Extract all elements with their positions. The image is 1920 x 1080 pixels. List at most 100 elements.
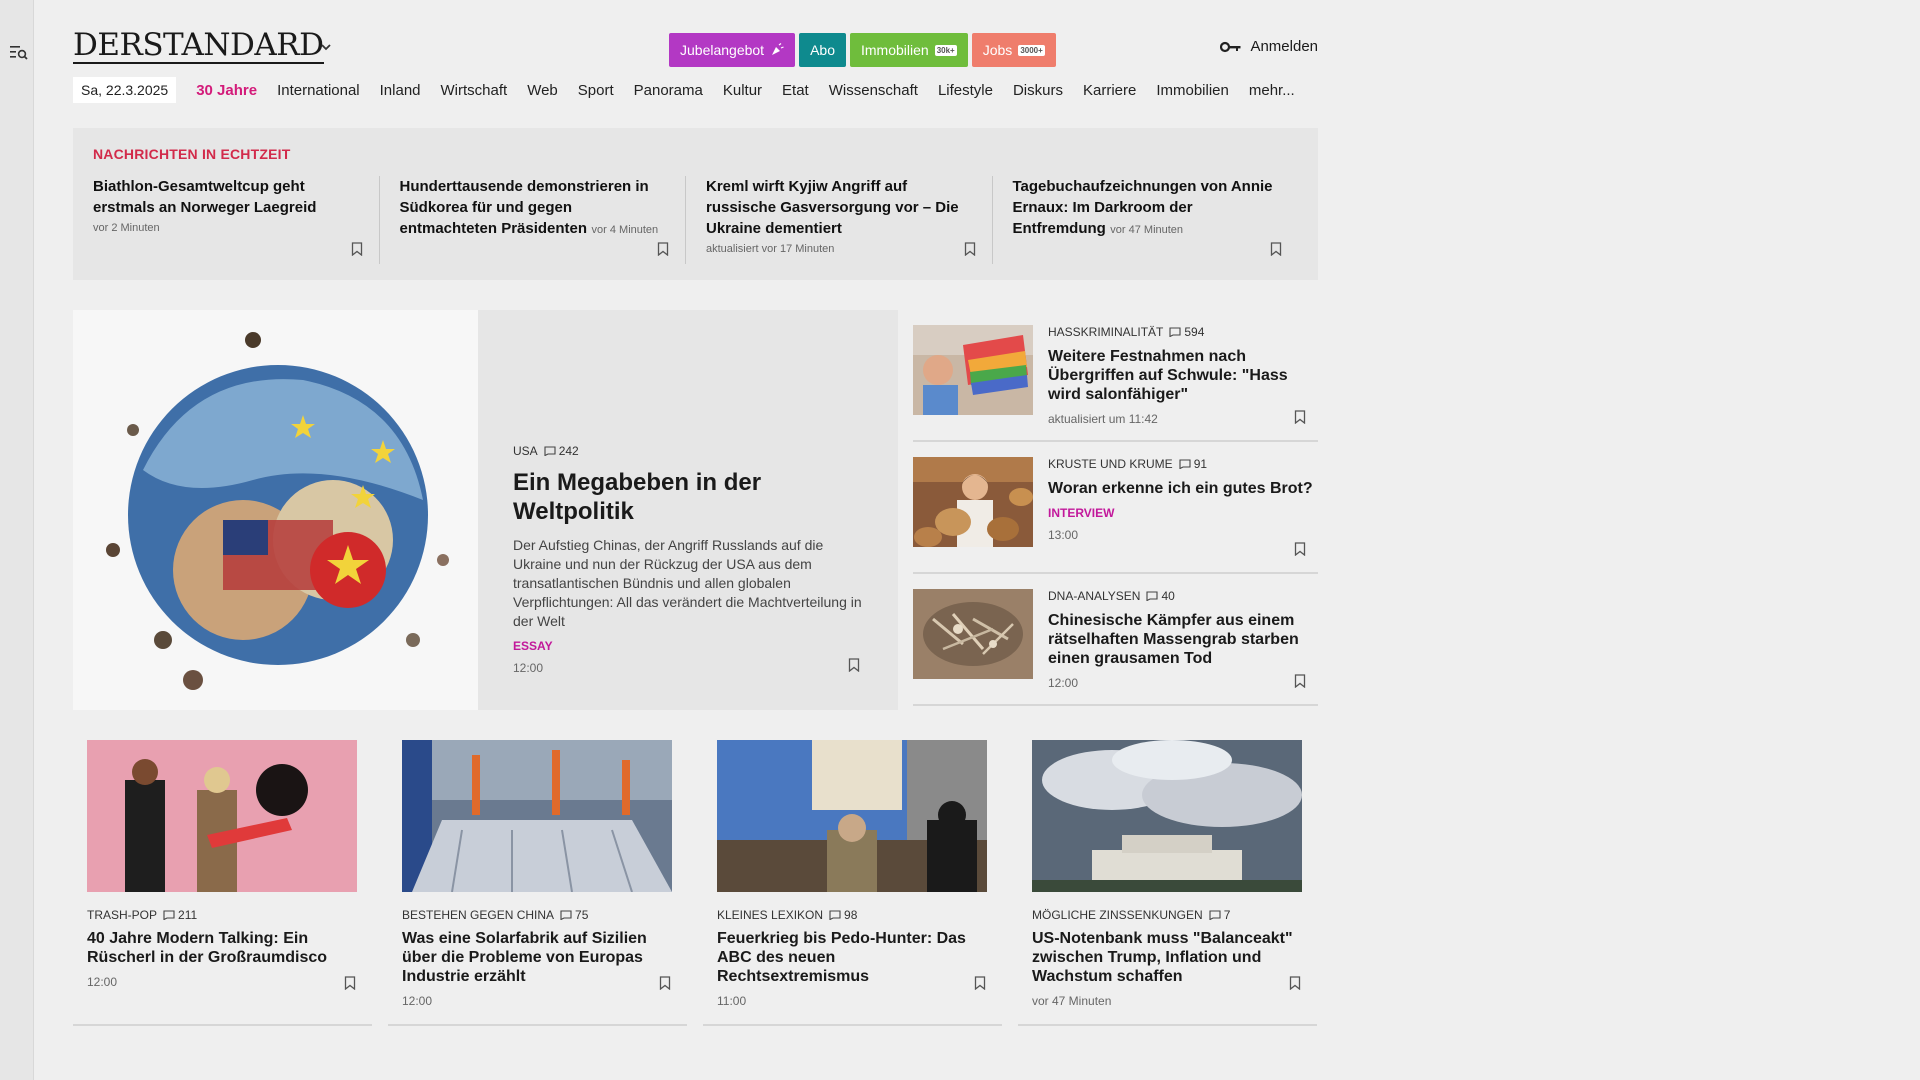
lead-title[interactable]: Ein Megabeben in der Weltpolitik xyxy=(513,468,873,526)
article-title[interactable]: Was eine Solarfabrik auf Sizilien über d… xyxy=(402,929,673,986)
bookmark-icon[interactable] xyxy=(351,242,363,256)
ticker-item-title[interactable]: Kreml wirft Kyjiw Angriff auf russische … xyxy=(706,178,959,237)
kicker-label: KRUSTE UND KRUME xyxy=(1048,457,1173,471)
lead-article-text: USA 242 Ein Megabeben in der Weltpolitik… xyxy=(513,444,873,675)
nav-item-mehr[interactable]: mehr... xyxy=(1239,82,1305,99)
article-thumbnail[interactable] xyxy=(913,325,1033,415)
comments-count[interactable]: 211 xyxy=(163,908,197,922)
bookmark-icon[interactable] xyxy=(1294,542,1306,556)
grid-article: KLEINES LEXIKON 98 Feuerkrieg bis Pedo-H… xyxy=(703,740,1002,1026)
bookmark-icon[interactable] xyxy=(1294,674,1306,688)
article-kicker: BESTEHEN GEGEN CHINA 75 xyxy=(402,908,673,922)
comment-icon xyxy=(1209,910,1221,920)
article-title[interactable]: US-Notenbank muss "Balanceakt" zwischen … xyxy=(1032,929,1303,986)
comments-count[interactable]: 91 xyxy=(1179,457,1207,471)
jubelangebot-button[interactable]: Jubelangebot xyxy=(669,33,796,67)
comments-count[interactable]: 98 xyxy=(829,908,857,922)
lead-teaser: Der Aufstieg Chinas, der Angriff Russlan… xyxy=(513,537,862,629)
comment-icon xyxy=(163,910,175,920)
site-logo[interactable]: DERSTANDARD xyxy=(73,28,324,64)
comments-number: 242 xyxy=(558,444,579,458)
article-title[interactable]: Weitere Festnahmen nach Übergriffen auf … xyxy=(1048,347,1318,404)
comments-number: 40 xyxy=(1161,589,1175,603)
bookmark-icon[interactable] xyxy=(657,242,669,256)
nav-item-karriere[interactable]: Karriere xyxy=(1073,82,1146,99)
immobilien-button[interactable]: Immobilien 30k+ xyxy=(850,33,968,67)
ticker-item[interactable]: Hunderttausende demonstrieren in Südkore… xyxy=(378,176,686,264)
comments-number: 75 xyxy=(575,908,589,922)
ticker-item-title[interactable]: Biathlon-Gesamtweltcup geht erstmals an … xyxy=(93,178,316,216)
comments-number: 594 xyxy=(1184,325,1205,339)
nav-item-international[interactable]: International xyxy=(267,82,370,99)
article-thumbnail[interactable] xyxy=(913,457,1033,547)
comment-icon xyxy=(1169,327,1181,337)
comments-count[interactable]: 242 xyxy=(544,444,579,458)
nav-item-immobilien[interactable]: Immobilien xyxy=(1146,82,1239,99)
bookmark-icon[interactable] xyxy=(659,976,671,990)
bookmark-icon[interactable] xyxy=(964,242,976,256)
article-title[interactable]: Woran erkenne ich ein gutes Brot? xyxy=(1048,479,1318,498)
side-article: KRUSTE UND KRUME 91 Woran erkenne ich ei… xyxy=(913,442,1318,574)
login-button[interactable]: Anmelden xyxy=(1220,38,1318,55)
article-time: 12:00 xyxy=(1048,676,1079,690)
comments-count[interactable]: 594 xyxy=(1169,325,1204,339)
comments-number: 98 xyxy=(844,908,858,922)
nav-item-kultur[interactable]: Kultur xyxy=(713,82,772,99)
comments-count[interactable]: 7 xyxy=(1209,908,1230,922)
bookmark-icon[interactable] xyxy=(1294,410,1306,424)
kicker-label: USA xyxy=(513,444,538,458)
ticker-item[interactable]: Biathlon-Gesamtweltcup geht erstmals an … xyxy=(93,176,379,264)
bookmark-icon[interactable] xyxy=(1270,242,1282,256)
nav-item-etat[interactable]: Etat xyxy=(772,82,819,99)
nav-item-panorama[interactable]: Panorama xyxy=(624,82,713,99)
nav-item-diskurs[interactable]: Diskurs xyxy=(1003,82,1073,99)
side-article-list: HASSKRIMINALITÄT 594 Weitere Festnahmen … xyxy=(913,310,1318,706)
jobs-button[interactable]: Jobs 3000+ xyxy=(971,33,1056,67)
menu-search-icon[interactable] xyxy=(10,44,28,60)
chevron-down-icon[interactable] xyxy=(319,40,333,54)
side-article: HASSKRIMINALITÄT 594 Weitere Festnahmen … xyxy=(913,310,1318,442)
nav-item-30-jahre[interactable]: 30 Jahre xyxy=(186,82,267,99)
article-thumbnail[interactable] xyxy=(402,740,672,892)
nav-item-inland[interactable]: Inland xyxy=(370,82,431,99)
lead-kicker: USA 242 xyxy=(513,444,873,458)
immobilien-label: Immobilien xyxy=(861,42,929,58)
side-article-body: DNA-ANALYSEN 40 Chinesische Kämpfer aus … xyxy=(1048,589,1318,690)
article-title[interactable]: 40 Jahre Modern Talking: Ein Rüscherl in… xyxy=(87,929,358,967)
article-thumbnail[interactable] xyxy=(717,740,987,892)
ticker-list: Biathlon-Gesamtweltcup geht erstmals an … xyxy=(93,176,1298,264)
article-kicker: HASSKRIMINALITÄT 594 xyxy=(1048,325,1318,339)
jubelangebot-label: Jubelangebot xyxy=(680,42,765,58)
article-thumbnail[interactable] xyxy=(913,589,1033,679)
section-nav: Sa, 22.3.2025 30 Jahre International Inl… xyxy=(73,76,1305,104)
side-article-body: HASSKRIMINALITÄT 594 Weitere Festnahmen … xyxy=(1048,325,1318,426)
bookmark-icon[interactable] xyxy=(344,976,356,990)
nav-item-sport[interactable]: Sport xyxy=(568,82,624,99)
bookmark-icon[interactable] xyxy=(974,976,986,990)
abo-button[interactable]: Abo xyxy=(799,33,846,67)
article-title[interactable]: Feuerkrieg bis Pedo-Hunter: Das ABC des … xyxy=(717,929,988,986)
bookmark-icon[interactable] xyxy=(1289,976,1301,990)
nav-item-lifestyle[interactable]: Lifestyle xyxy=(928,82,1003,99)
article-thumbnail[interactable] xyxy=(1032,740,1302,892)
ticker-item[interactable]: Kreml wirft Kyjiw Angriff auf russische … xyxy=(685,176,992,264)
article-thumbnail[interactable] xyxy=(87,740,357,892)
comments-count[interactable]: 75 xyxy=(560,908,588,922)
kicker-label: MÖGLICHE ZINSSENKUNGEN xyxy=(1032,908,1203,922)
article-label: ESSAY xyxy=(513,639,553,653)
key-icon xyxy=(1220,41,1241,52)
immobilien-count-badge: 30k+ xyxy=(934,44,957,56)
article-time: 12:00 xyxy=(87,975,118,989)
comments-count[interactable]: 40 xyxy=(1146,589,1175,603)
ticker-item[interactable]: Tagebuchaufzeichnungen von Annie Ernaux:… xyxy=(991,176,1299,264)
nav-item-wirtschaft[interactable]: Wirtschaft xyxy=(431,82,518,99)
article-title[interactable]: Chinesische Kämpfer aus einem rätselhaft… xyxy=(1048,611,1318,668)
lead-article-image[interactable] xyxy=(73,310,478,710)
ticker-item-time: vor 47 Minuten xyxy=(1110,224,1184,236)
kicker-label: BESTEHEN GEGEN CHINA xyxy=(402,908,555,922)
ticker-heading: NACHRICHTEN IN ECHTZEIT xyxy=(93,146,291,162)
abo-label: Abo xyxy=(810,42,835,58)
nav-item-wissenschaft[interactable]: Wissenschaft xyxy=(819,82,928,99)
nav-item-web[interactable]: Web xyxy=(517,82,568,99)
bookmark-icon[interactable] xyxy=(848,658,860,672)
